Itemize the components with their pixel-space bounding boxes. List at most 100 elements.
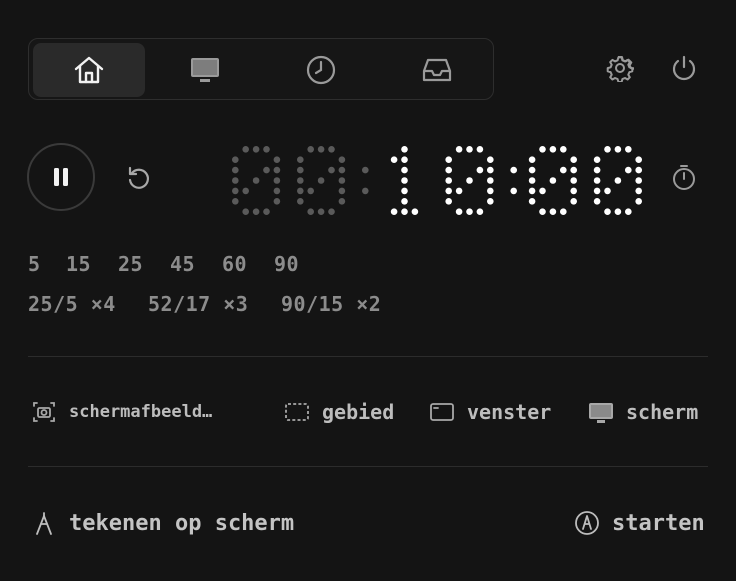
digit-dot xyxy=(401,177,408,184)
digit-dot xyxy=(445,198,452,205)
digit-dot xyxy=(338,187,346,195)
digit-dot xyxy=(445,177,452,184)
digit-dot xyxy=(445,166,452,174)
rotate-ccw-icon xyxy=(128,166,150,189)
digit-dot xyxy=(528,166,536,174)
tab-history[interactable] xyxy=(265,43,377,97)
digit-dot xyxy=(604,187,611,195)
screen-label: scherm xyxy=(626,400,699,424)
digit-dot xyxy=(263,166,270,174)
preset-25[interactable]: 25 xyxy=(118,252,143,276)
digit-dot xyxy=(560,166,567,174)
digit-dot xyxy=(307,187,314,195)
digit-dot xyxy=(593,198,601,205)
digit-dot xyxy=(635,177,642,184)
digit-dot xyxy=(528,187,536,195)
digit-dot xyxy=(614,177,622,184)
compass-pen-icon xyxy=(36,512,52,535)
stopwatch-icon xyxy=(673,165,695,190)
preset-5[interactable]: 5 xyxy=(28,252,41,276)
digit-dot xyxy=(625,166,632,174)
digit-dot xyxy=(614,146,622,153)
digit-dot xyxy=(614,208,622,215)
draw-on-screen-button[interactable]: tekenen op scherm xyxy=(31,508,294,538)
settings-button[interactable] xyxy=(606,54,635,83)
digit-dot xyxy=(297,187,304,195)
window-label: venster xyxy=(467,400,552,424)
gear-icon xyxy=(606,56,635,83)
digit-dot xyxy=(273,156,281,163)
pause-icon xyxy=(54,168,68,186)
preset-45[interactable]: 45 xyxy=(170,252,195,276)
digit-dot xyxy=(232,177,239,184)
stopwatch-button[interactable] xyxy=(670,163,698,191)
divider xyxy=(28,356,708,357)
area-label: gebied xyxy=(322,400,395,424)
digit-dot xyxy=(242,208,249,215)
digit-dot xyxy=(307,146,314,153)
digit-dot xyxy=(455,208,463,215)
digit-dot xyxy=(625,146,632,153)
digit-dot xyxy=(401,208,408,215)
colon-dot xyxy=(362,166,369,174)
digit-dot xyxy=(635,198,642,205)
digit-dot xyxy=(476,208,484,215)
digit-dot xyxy=(242,146,249,153)
digit-dot xyxy=(252,146,260,153)
digit-dot xyxy=(476,146,484,153)
draw-label: tekenen op scherm xyxy=(69,510,295,536)
capture-window-button[interactable]: venster xyxy=(429,398,551,426)
camera-icon xyxy=(33,402,55,422)
preset-cycle-52-17[interactable]: 52/17 ×3 xyxy=(148,292,248,316)
digit-dot xyxy=(273,187,281,195)
tab-inbox[interactable] xyxy=(381,43,493,97)
digit-dot xyxy=(401,146,408,153)
tab-screen[interactable] xyxy=(149,43,261,97)
digit-dot xyxy=(593,156,601,163)
digit-dot xyxy=(560,146,567,153)
digit-dot xyxy=(273,177,281,184)
digit-dot xyxy=(328,166,335,174)
digit-dot xyxy=(328,208,335,215)
reset-button[interactable] xyxy=(124,164,152,192)
digit-dot xyxy=(604,146,611,153)
screenshot-button[interactable]: schermafbeeld… xyxy=(31,398,212,426)
capture-screen-button[interactable]: scherm xyxy=(588,398,698,426)
digit-dot xyxy=(635,166,642,174)
digit-dot xyxy=(476,166,484,174)
power-button[interactable] xyxy=(670,54,698,82)
digit-dot xyxy=(232,187,239,195)
tab-home[interactable] xyxy=(33,43,145,97)
digit-dot xyxy=(539,146,546,153)
timer-display xyxy=(232,146,642,215)
preset-90[interactable]: 90 xyxy=(274,252,299,276)
digit-dot xyxy=(297,166,304,174)
digit-dot xyxy=(401,166,408,174)
digit-dot xyxy=(487,177,494,184)
preset-cycle-25-5[interactable]: 25/5 ×4 xyxy=(28,292,116,316)
digit-dot xyxy=(390,156,398,163)
digit-dot xyxy=(570,166,577,174)
digit-dot xyxy=(625,208,632,215)
clock-icon xyxy=(306,55,336,85)
pause-button[interactable] xyxy=(27,143,95,211)
digit-dot xyxy=(252,177,260,184)
preset-60[interactable]: 60 xyxy=(222,252,247,276)
digit-dot xyxy=(445,156,452,163)
digit-dot xyxy=(570,198,577,205)
digit-dot xyxy=(273,166,281,174)
digit-dot xyxy=(232,156,239,163)
monitor-icon xyxy=(589,403,613,423)
digit-dot xyxy=(549,146,557,153)
preset-cycle-90-15[interactable]: 90/15 ×2 xyxy=(281,292,381,316)
digit-dot xyxy=(401,156,408,163)
preset-15[interactable]: 15 xyxy=(66,252,91,276)
digit-dot xyxy=(604,208,611,215)
power-icon xyxy=(672,55,696,81)
capture-area-button[interactable]: gebied xyxy=(284,398,394,426)
digit-dot xyxy=(317,146,325,153)
digit-dot xyxy=(297,156,304,163)
digit-dot xyxy=(242,187,249,195)
start-drawing-button[interactable]: starten xyxy=(574,508,705,538)
digit-dot xyxy=(338,198,346,205)
